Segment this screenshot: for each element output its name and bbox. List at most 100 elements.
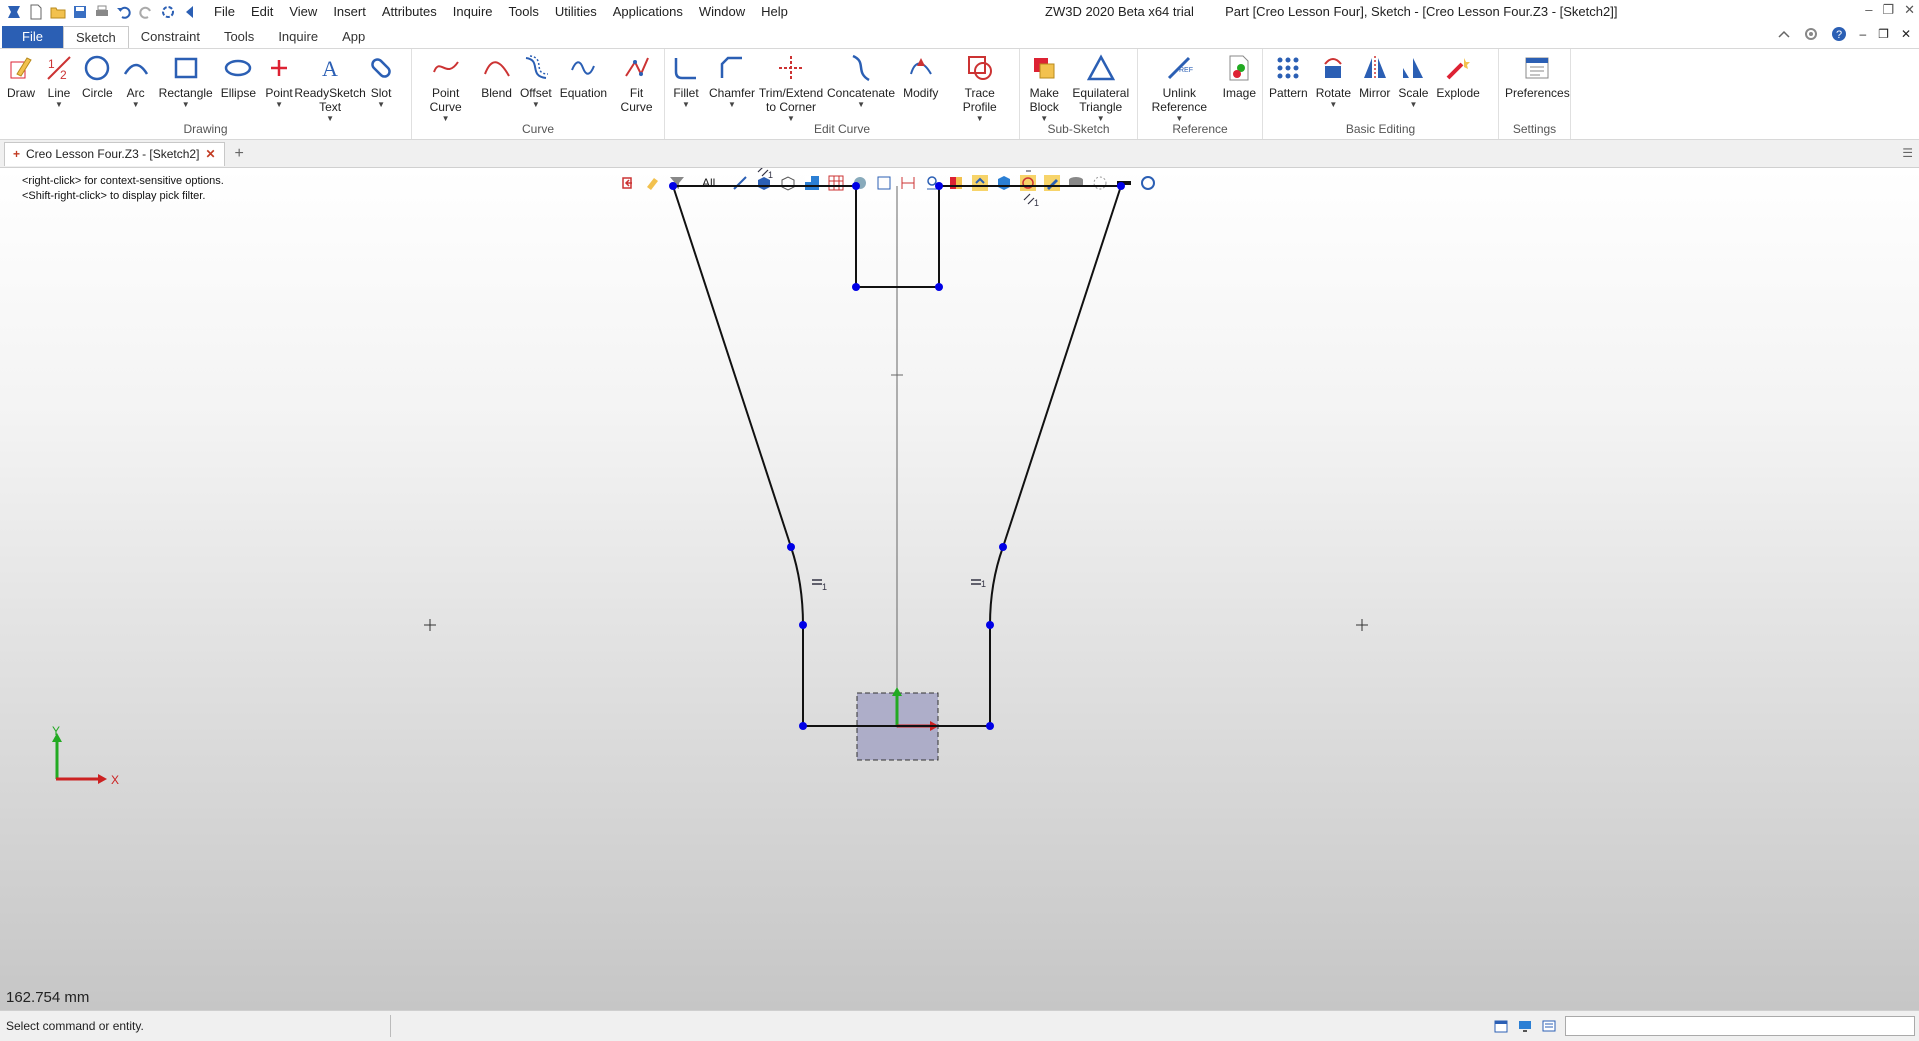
ellipse-icon (225, 59, 252, 77)
tab-list-icon[interactable]: ☰ (1902, 146, 1913, 160)
window-title: ZW3D 2020 Beta x64 trial Part [Creo Less… (1045, 0, 1617, 24)
point-curve-label: Point Curve (429, 86, 462, 114)
minimize-icon[interactable]: – (1865, 2, 1872, 18)
window-list-icon[interactable] (1541, 1018, 1557, 1034)
blend-label: Blend (481, 86, 512, 100)
sketch-line-left-taper[interactable] (672, 185, 792, 548)
chevron-down-icon[interactable]: ▼ (728, 100, 736, 109)
constraint-2-text: 1 (1034, 198, 1039, 208)
parallel-constraint-marker[interactable]: 1 (1023, 193, 1039, 208)
chevron-down-icon[interactable]: ▼ (377, 100, 385, 109)
sketch-arc-left[interactable] (790, 546, 804, 626)
menu-utilities[interactable]: Utilities (547, 0, 605, 24)
pattern-icon (1277, 57, 1299, 79)
doc-tab-active[interactable]: + Creo Lesson Four.Z3 - [Sketch2] ✕ (4, 141, 225, 166)
mdi-restore-icon[interactable]: ❐ (1878, 27, 1889, 41)
circle-icon (85, 55, 110, 81)
sketch-point[interactable] (852, 182, 860, 190)
text-icon: A (322, 56, 338, 81)
chevron-down-icon[interactable]: ▼ (682, 100, 690, 109)
sketch-line-right-taper[interactable] (1002, 185, 1122, 548)
redo-icon[interactable] (138, 4, 154, 20)
chevron-down-icon[interactable]: ▼ (132, 100, 140, 109)
constraint-markers: 1 1 1 1 (757, 168, 1039, 592)
parallel-constraint-marker[interactable]: 1 (757, 168, 773, 180)
menu-insert[interactable]: Insert (325, 0, 374, 24)
close-window-icon[interactable]: ✕ (1904, 2, 1915, 18)
sketch-point[interactable] (986, 621, 994, 629)
sketch-point[interactable] (935, 182, 943, 190)
menu-edit[interactable]: Edit (243, 0, 281, 24)
sketch-point[interactable] (986, 722, 994, 730)
sketch-mode-icon: + (13, 147, 21, 161)
chevron-down-icon[interactable]: ▼ (1409, 100, 1417, 109)
axis-x-label: X (111, 773, 119, 787)
equal-constraint-marker[interactable]: 1 (971, 579, 986, 589)
tab-app[interactable]: App (330, 26, 377, 48)
menu-attributes[interactable]: Attributes (374, 0, 445, 24)
regen-icon[interactable] (160, 4, 176, 20)
sketch-point[interactable] (1117, 182, 1125, 190)
menu-tools[interactable]: Tools (501, 0, 547, 24)
menu-inquire[interactable]: Inquire (445, 0, 501, 24)
sketch-point[interactable] (852, 283, 860, 291)
close-tab-icon[interactable]: ✕ (205, 147, 215, 161)
sketch-arc-right[interactable] (989, 546, 1004, 626)
tab-file[interactable]: File (2, 26, 63, 48)
calendar-icon[interactable] (1493, 1018, 1509, 1034)
app-logo-icon[interactable] (6, 4, 22, 20)
restore-icon[interactable]: ❐ (1882, 2, 1894, 18)
sketch-point[interactable] (999, 543, 1007, 551)
chevron-down-icon[interactable]: ▼ (55, 100, 63, 109)
equal-constraint-marker[interactable]: 1 (812, 579, 827, 592)
help-icon[interactable]: ? (1831, 26, 1847, 42)
sketch-point[interactable] (799, 621, 807, 629)
tab-tools[interactable]: Tools (212, 26, 266, 48)
sketch-point[interactable] (669, 182, 677, 190)
chevron-down-icon[interactable]: ▼ (532, 100, 540, 109)
ellipse-label: Ellipse (220, 86, 257, 100)
rotate-icon (1324, 58, 1343, 78)
command-input[interactable] (1565, 1016, 1915, 1036)
chevron-down-icon[interactable]: ▼ (1329, 100, 1337, 109)
equation-icon (571, 61, 596, 75)
quick-access-toolbar (0, 4, 198, 20)
sketch-point[interactable] (787, 543, 795, 551)
menu-file[interactable]: File (206, 0, 243, 24)
chevron-down-icon[interactable]: ▼ (182, 100, 190, 109)
ribbon-right-controls: ? – ❐ ✕ (1777, 26, 1911, 42)
chevron-down-icon[interactable]: ▼ (857, 100, 865, 109)
sketch-viewport[interactable]: <right-click> for context-sensitive opti… (0, 168, 1919, 1010)
tab-sketch[interactable]: Sketch (62, 26, 129, 48)
new-tab-icon[interactable]: + (235, 145, 244, 163)
status-separator (390, 1015, 391, 1037)
chevron-down-icon[interactable]: ▼ (275, 100, 283, 109)
print-icon[interactable] (94, 4, 110, 20)
ribbon-tab-bar: File Sketch Constraint Tools Inquire App (0, 24, 1919, 48)
menu-view[interactable]: View (281, 0, 325, 24)
mdi-close-icon[interactable]: ✕ (1901, 27, 1911, 41)
trim-icon (779, 56, 804, 80)
tab-inquire[interactable]: Inquire (266, 26, 330, 48)
sketch-canvas[interactable]: 1 1 1 1 Y X (0, 168, 1919, 1010)
menu-help[interactable]: Help (753, 0, 796, 24)
new-file-icon[interactable] (28, 4, 44, 20)
monitor-icon[interactable] (1517, 1018, 1533, 1034)
menu-window[interactable]: Window (691, 0, 753, 24)
tab-constraint[interactable]: Constraint (129, 26, 212, 48)
undo-icon[interactable] (116, 4, 132, 20)
sketch-point[interactable] (799, 722, 807, 730)
circle-label: Circle (82, 86, 113, 100)
save-icon[interactable] (72, 4, 88, 20)
gear-icon[interactable] (1803, 26, 1819, 42)
blend-icon (483, 61, 510, 77)
menu-applications[interactable]: Applications (605, 0, 691, 24)
sketch-point[interactable] (935, 283, 943, 291)
equation-label: Equation (559, 86, 608, 100)
collapse-ribbon-icon[interactable] (1777, 27, 1791, 41)
back-arrow-icon[interactable] (182, 4, 198, 20)
mdi-minimize-icon[interactable]: – (1859, 27, 1866, 41)
rectangle-icon (174, 57, 197, 79)
document-tab-bar: + Creo Lesson Four.Z3 - [Sketch2] ✕ + ☰ (0, 140, 1919, 168)
open-file-icon[interactable] (50, 4, 66, 20)
